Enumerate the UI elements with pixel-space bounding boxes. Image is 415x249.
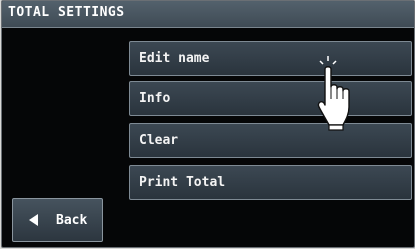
info-button[interactable]: Info <box>129 81 412 116</box>
device-screen: TOTAL SETTINGS Edit name Info Clear Prin… <box>1 0 415 248</box>
print-total-button[interactable]: Print Total <box>129 165 412 200</box>
hand-pointer-icon <box>317 56 350 131</box>
clear-label: Clear <box>139 133 179 148</box>
clear-button[interactable]: Clear <box>129 123 412 158</box>
back-button[interactable]: Back <box>12 198 103 242</box>
edit-name-label: Edit name <box>139 51 210 66</box>
print-total-label: Print Total <box>139 175 226 190</box>
page-title: TOTAL SETTINGS <box>8 5 125 20</box>
left-triangle-icon <box>29 214 38 226</box>
info-label: Info <box>139 91 171 106</box>
back-label: Back <box>56 213 88 228</box>
title-bar: TOTAL SETTINGS <box>2 1 414 28</box>
edit-name-button[interactable]: Edit name <box>129 41 412 76</box>
